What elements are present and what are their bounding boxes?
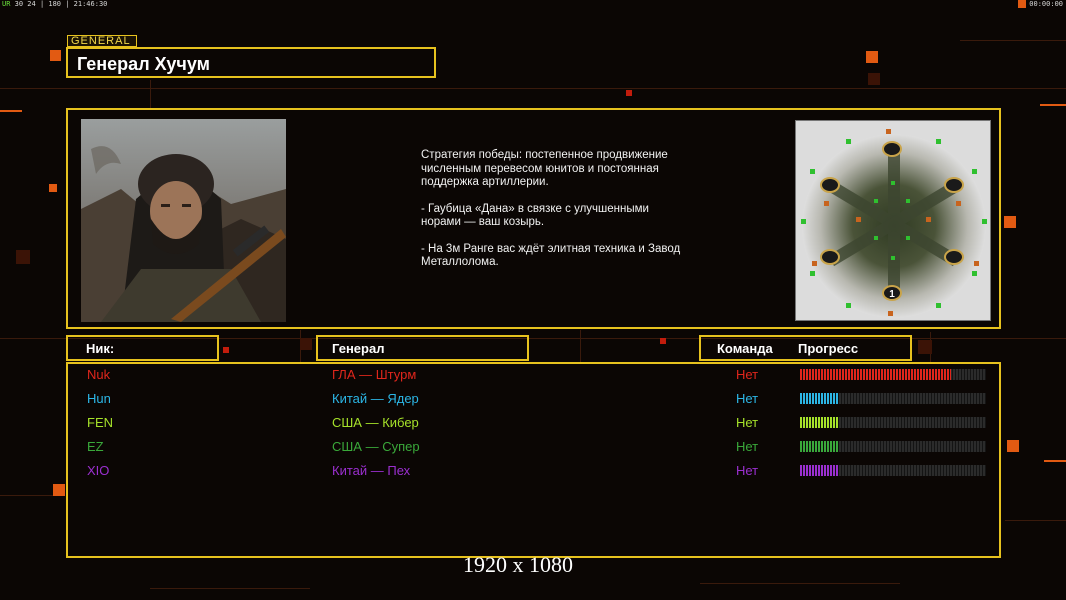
general-column-header: Генерал	[316, 335, 529, 361]
player-progress-bar	[800, 441, 986, 452]
player-progress-bar	[800, 465, 986, 476]
player-team: Нет	[736, 415, 759, 430]
player-progress-fill	[800, 393, 840, 404]
player-progress-fill	[800, 465, 840, 476]
player-general: США — Кибер	[332, 415, 419, 430]
hud-prefix: UR	[2, 0, 11, 8]
hud-stats: UR 30 24 | 180 | 21:46:30	[2, 0, 107, 8]
player-progress-bar	[800, 417, 986, 428]
player-progress-fill	[800, 441, 840, 452]
player-row: Hun Китай — Ядер Нет	[68, 388, 999, 412]
strategy-paragraph: Стратегия победы: постепенное продвижени…	[421, 149, 668, 188]
general-tag: GENERAL	[67, 35, 137, 47]
general-info-panel: Стратегия победы: постепенное продвижени…	[66, 108, 1001, 329]
player-row: EZ США — Супер Нет	[68, 436, 999, 460]
player-general: США — Супер	[332, 439, 420, 454]
player-row: FEN США — Кибер Нет	[68, 412, 999, 436]
player-progress-bar	[800, 393, 986, 404]
player-progress-bar	[800, 369, 986, 380]
player-progress-fill	[800, 369, 951, 380]
player-general: Китай — Ядер	[332, 391, 419, 406]
player-nick: EZ	[87, 439, 104, 454]
player-general: Китай — Пех	[332, 463, 411, 478]
player-team: Нет	[736, 439, 759, 454]
hud-stats-values: 30 24 | 180 | 21:46:30	[14, 0, 108, 8]
resolution-label: 1920 x 1080	[463, 552, 573, 577]
general-column-label: Генерал	[332, 341, 385, 356]
nick-column-header: Ник:	[66, 335, 219, 361]
general-title: Генерал Хучум	[77, 54, 210, 74]
players-list: Nuk ГЛА — Штурм Нет Hun Китай — Ядер Нет FEN СШ…	[66, 362, 1001, 558]
map-preview: 1	[795, 120, 991, 321]
nick-column-label: Ник:	[86, 341, 115, 356]
progress-column-label: Прогресс	[798, 341, 859, 356]
map-start-marker: 1	[889, 289, 895, 300]
strategy-paragraph: - На 3м Ранге вас ждёт элитная техника и…	[421, 242, 681, 269]
general-title-box: Генерал Хучум	[66, 47, 436, 78]
hud-clock: 00:00:00	[1029, 0, 1063, 8]
player-progress-fill	[800, 417, 840, 428]
team-column-label: Команда	[717, 341, 773, 356]
player-nick: Hun	[87, 391, 111, 406]
player-nick: FEN	[87, 415, 113, 430]
general-portrait	[81, 119, 286, 322]
player-row: XIO Китай — Пех Нет	[68, 460, 999, 484]
player-general: ГЛА — Штурм	[332, 367, 417, 382]
team-progress-column-header: Команда Прогресс	[699, 335, 912, 361]
player-row: Nuk ГЛА — Штурм Нет	[68, 364, 999, 388]
strategy-description: Стратегия победы: постепенное продвижени…	[421, 149, 681, 283]
strategy-paragraph: - Гаубица «Дана» в связке с улучшенными …	[421, 202, 649, 229]
player-team: Нет	[736, 463, 759, 478]
player-team: Нет	[736, 367, 759, 382]
player-nick: XIO	[87, 463, 110, 478]
player-team: Нет	[736, 391, 759, 406]
player-nick: Nuk	[87, 367, 111, 382]
